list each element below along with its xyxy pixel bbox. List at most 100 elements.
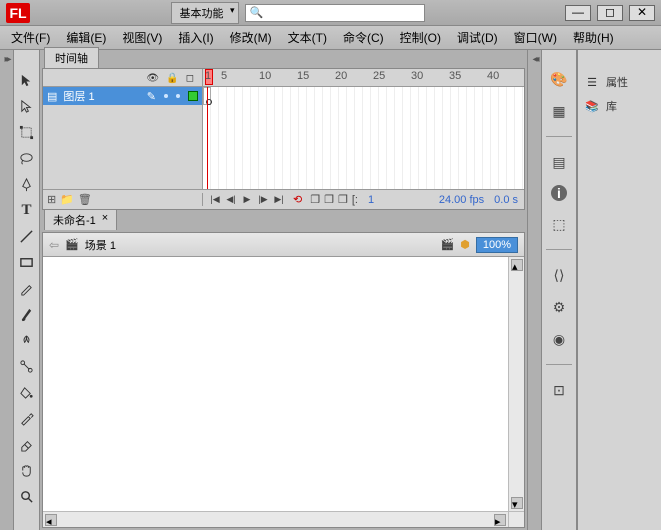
document-tab[interactable]: 未命名-1 ×	[44, 209, 117, 230]
timeline-panel: 👁 🔒 ◻ 1 5 10 15 20 25 30 35	[42, 68, 525, 210]
vertical-scrollbar[interactable]: ▴▾	[508, 257, 524, 511]
left-collapse-strip[interactable]: ▸▸	[0, 50, 14, 530]
document-area: ⇦ 🎬 场景 1 🎬 ⬢ 100% ▴▾ ◂ ▸	[42, 232, 525, 528]
edit-multiple-button[interactable]: ❐	[338, 193, 348, 206]
menu-view[interactable]: 视图(V)	[115, 26, 169, 49]
ruler-mark: 40	[487, 70, 524, 82]
code-snippets-icon[interactable]: ⟨⟩	[548, 266, 570, 284]
menu-text[interactable]: 文本(T)	[281, 26, 334, 49]
flash-logo: FL	[6, 3, 30, 23]
line-tool[interactable]	[17, 226, 37, 246]
properties-icon: ☰	[584, 75, 600, 89]
eraser-tool[interactable]	[17, 434, 37, 454]
scene-icon: 🎬	[65, 238, 79, 251]
play-button[interactable]: ▶	[241, 194, 253, 206]
scene-name[interactable]: 场景 1	[85, 237, 116, 253]
zoom-dropdown[interactable]: 100%	[476, 237, 518, 253]
properties-panel-button[interactable]: ☰ 属性	[578, 70, 661, 94]
step-forward-button[interactable]: |▶	[257, 194, 269, 206]
goto-first-button[interactable]: |◀	[209, 194, 221, 206]
menu-edit[interactable]: 编辑(E)	[59, 26, 113, 49]
elapsed-time: 0.0 s	[494, 194, 518, 206]
horizontal-scrollbar[interactable]: ◂ ▸	[43, 511, 524, 527]
timeline-tab[interactable]: 时间轴	[44, 47, 99, 68]
center-frame-button[interactable]: ⟲	[293, 193, 302, 206]
menu-file[interactable]: 文件(F)	[4, 26, 57, 49]
library-panel-button[interactable]: 📚 库	[578, 94, 661, 118]
back-arrow-icon[interactable]: ⇦	[49, 238, 59, 252]
delete-layer-button[interactable]: 🗑	[78, 193, 92, 206]
playhead-line	[207, 87, 208, 189]
edit-scene-button[interactable]: 🎬	[441, 238, 455, 251]
outline-color[interactable]	[188, 91, 198, 101]
pencil-tool[interactable]	[17, 278, 37, 298]
bone-tool[interactable]	[17, 356, 37, 376]
menu-debug[interactable]: 调试(D)	[450, 26, 505, 49]
deco-tool[interactable]	[17, 330, 37, 350]
visibility-icon[interactable]: 👁	[146, 73, 159, 84]
menu-help[interactable]: 帮助(H)	[566, 26, 621, 49]
close-tab-icon[interactable]: ×	[102, 212, 108, 228]
stage[interactable]	[43, 257, 508, 511]
icon-dock: 🎨 ▦ ▤ i ⬚ ⟨⟩ ⚙ ◉ ⊡	[541, 50, 577, 530]
paint-bucket-tool[interactable]	[17, 382, 37, 402]
visibility-dot[interactable]	[164, 94, 168, 98]
project-panel-icon[interactable]: ⊡	[548, 381, 570, 399]
zoom-tool[interactable]	[17, 486, 37, 506]
align-panel-icon[interactable]: ▤	[548, 153, 570, 171]
swatches-panel-icon[interactable]: ▦	[548, 102, 570, 120]
fps-display[interactable]: 24.00 fps	[439, 194, 484, 206]
new-layer-button[interactable]: ⊞	[47, 193, 56, 206]
ruler-mark: 5	[221, 70, 259, 82]
menu-bar: 文件(F) 编辑(E) 视图(V) 插入(I) 修改(M) 文本(T) 命令(C…	[0, 26, 661, 50]
subselection-tool[interactable]	[17, 96, 37, 116]
modify-markers-button[interactable]: [:	[352, 194, 358, 206]
menu-control[interactable]: 控制(O)	[393, 26, 448, 49]
lasso-tool[interactable]	[17, 148, 37, 168]
brush-tool[interactable]	[17, 304, 37, 324]
menu-commands[interactable]: 命令(C)	[336, 26, 391, 49]
timeline-ruler[interactable]: 1 5 10 15 20 25 30 35 40	[203, 69, 524, 86]
rectangle-tool[interactable]	[17, 252, 37, 272]
transform-panel-icon[interactable]: ⬚	[548, 215, 570, 233]
free-transform-tool[interactable]	[17, 122, 37, 142]
lock-dot[interactable]	[176, 94, 180, 98]
title-bar: FL 基本功能 🔍 — ◻ ✕	[0, 0, 661, 26]
library-icon: 📚	[584, 99, 600, 113]
color-panel-icon[interactable]: 🎨	[548, 70, 570, 88]
new-folder-button[interactable]: 📁	[60, 193, 74, 206]
ruler-mark: 1	[203, 70, 221, 82]
components-panel-icon[interactable]: ⚙	[548, 298, 570, 316]
edit-symbols-button[interactable]: ⬢	[460, 238, 470, 251]
pencil-icon: ✎	[147, 90, 156, 103]
close-button[interactable]: ✕	[629, 5, 655, 21]
menu-insert[interactable]: 插入(I)	[171, 26, 220, 49]
right-collapse-strip[interactable]: ◂◂	[527, 50, 541, 530]
menu-window[interactable]: 窗口(W)	[507, 26, 564, 49]
layer-type-icon: ▤	[47, 90, 57, 103]
onion-skin-button[interactable]: ❐	[310, 193, 320, 206]
search-input[interactable]: 🔍	[245, 4, 425, 22]
layer-name[interactable]: 图层 1	[63, 88, 94, 104]
tools-panel: T	[14, 50, 40, 530]
lock-icon[interactable]: 🔒	[166, 73, 178, 84]
text-tool[interactable]: T	[17, 200, 37, 220]
edit-bar: ⇦ 🎬 场景 1 🎬 ⬢ 100%	[43, 233, 524, 257]
pen-tool[interactable]	[17, 174, 37, 194]
eyedropper-tool[interactable]	[17, 408, 37, 428]
maximize-button[interactable]: ◻	[597, 5, 623, 21]
info-panel-icon[interactable]: i	[551, 185, 567, 201]
step-back-button[interactable]: ◀|	[225, 194, 237, 206]
outline-icon[interactable]: ◻	[186, 73, 194, 84]
minimize-button[interactable]: —	[565, 5, 591, 21]
onion-outline-button[interactable]: ❐	[324, 193, 334, 206]
hand-tool[interactable]	[17, 460, 37, 480]
selection-tool[interactable]	[17, 70, 37, 90]
motion-presets-icon[interactable]: ◉	[548, 330, 570, 348]
current-frame: 1	[368, 194, 374, 206]
layer-row[interactable]: ▤ 图层 1 ✎	[43, 87, 202, 105]
menu-modify[interactable]: 修改(M)	[223, 26, 279, 49]
goto-last-button[interactable]: ▶|	[273, 194, 285, 206]
workspace-dropdown[interactable]: 基本功能	[171, 2, 239, 24]
frames-area[interactable]	[203, 87, 524, 189]
